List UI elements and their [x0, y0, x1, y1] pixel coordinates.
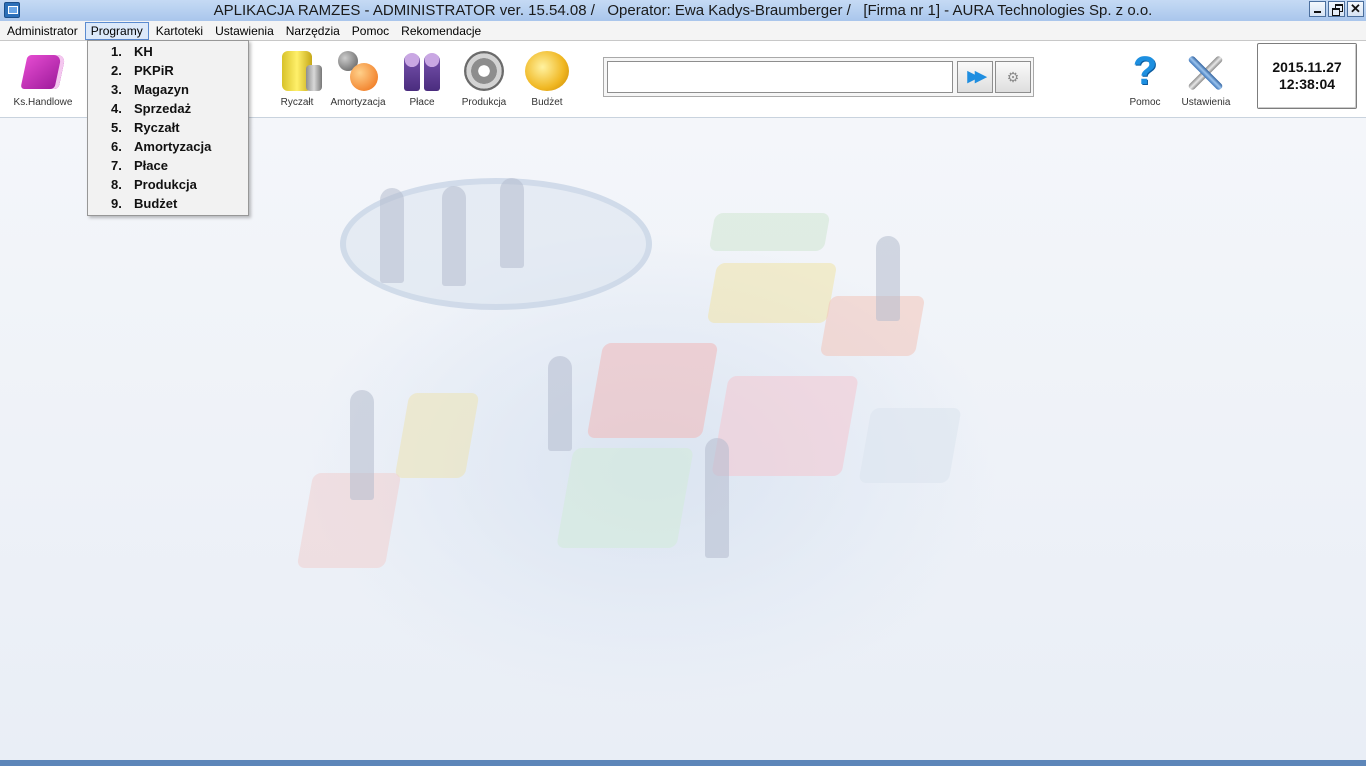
option-label: Produkcja	[134, 177, 197, 192]
ustawienia-label: Ustawienia	[1181, 97, 1231, 108]
background-tile	[296, 473, 402, 568]
budzet-button[interactable]: Budżet	[515, 41, 579, 113]
option-label: KH	[134, 44, 153, 59]
menu-programy[interactable]: Programy	[84, 21, 149, 40]
menu-option-sprzedaz[interactable]: 4. Sprzedaż	[88, 99, 248, 118]
ryczalt-icon	[282, 51, 322, 91]
menu-option-place[interactable]: 7. Płace	[88, 156, 248, 175]
date-text: 2015.11.27	[1272, 59, 1342, 75]
menu-option-magazyn[interactable]: 3. Magazyn	[88, 80, 248, 99]
go-button[interactable]: ▶▶	[957, 61, 993, 93]
option-number: 5.	[111, 120, 122, 135]
background-tile	[708, 213, 831, 251]
menu-option-ryczalt[interactable]: 5. Ryczałt	[88, 118, 248, 137]
background-figure	[705, 438, 729, 558]
background-figure	[380, 188, 404, 283]
ks-handlowe-button[interactable]: Ks.Handlowe	[11, 41, 75, 113]
option-label: Sprzedaż	[134, 101, 192, 116]
background-figure	[442, 186, 466, 286]
option-label: Płace	[134, 158, 168, 173]
coin-icon	[525, 51, 569, 91]
option-label: Budżet	[134, 196, 178, 211]
close-button[interactable]: ✕	[1347, 1, 1364, 17]
restore-button[interactable]	[1328, 1, 1345, 17]
window-title: APLIKACJA RAMZES - ADMINISTRATOR ver. 15…	[213, 2, 1153, 19]
time-text: 12:38:04	[1278, 76, 1336, 92]
menu-ustawienia[interactable]: Ustawienia	[210, 22, 279, 40]
menu-rekomendacje[interactable]: Rekomendacje	[396, 22, 486, 40]
ustawienia-button[interactable]: Ustawienia	[1174, 41, 1238, 113]
background-tile	[858, 408, 962, 483]
people-icon	[402, 51, 442, 91]
option-number: 1.	[111, 44, 122, 59]
background-tile	[706, 263, 838, 323]
amortyzacja-button[interactable]: Amortyzacja	[326, 41, 390, 113]
menu-option-budzet[interactable]: 9. Budżet	[88, 194, 248, 213]
minimize-button[interactable]	[1309, 1, 1326, 17]
menu-option-amortyzacja[interactable]: 6. Amortyzacja	[88, 137, 248, 156]
programy-dropdown-menu: 1. KH 2. PKPiR 3. Magazyn 4. Sprzedaż 5. Rycz…	[87, 40, 249, 216]
produkcja-button[interactable]: Produkcja	[452, 41, 516, 113]
ks-handlowe-label: Ks.Handlowe	[13, 97, 73, 108]
date-time-display: 2015.11.27 12:38:04	[1257, 43, 1357, 109]
option-label: Amortyzacja	[134, 139, 212, 154]
help-icon: ?	[1132, 49, 1158, 93]
option-label: Magazyn	[134, 82, 189, 97]
background-tile	[586, 343, 719, 438]
menu-option-produkcja[interactable]: 8. Produkcja	[88, 175, 248, 194]
menu-administrator[interactable]: Administrator	[2, 22, 83, 40]
window-controls: ✕	[1309, 1, 1364, 17]
background-figure	[350, 390, 374, 500]
tools-icon	[1184, 51, 1228, 91]
background-tile	[819, 296, 926, 356]
background-tile	[394, 393, 480, 478]
option-label: Ryczałt	[134, 120, 180, 135]
place-button[interactable]: Płace	[390, 41, 454, 113]
search-panel: ▶▶ ⚙	[603, 57, 1034, 97]
background-figure	[548, 356, 572, 451]
amortization-icon	[338, 51, 378, 91]
menu-option-pkpir[interactable]: 2. PKPiR	[88, 61, 248, 80]
option-number: 6.	[111, 139, 122, 154]
search-input[interactable]	[607, 61, 953, 93]
taskbar-strip	[0, 760, 1366, 766]
menu-kartoteki[interactable]: Kartoteki	[151, 22, 208, 40]
menu-option-kh[interactable]: 1. KH	[88, 42, 248, 61]
option-number: 3.	[111, 82, 122, 97]
background-tile	[556, 448, 694, 548]
menu-pomoc[interactable]: Pomoc	[347, 22, 394, 40]
title-bar: APLIKACJA RAMZES - ADMINISTRATOR ver. 15…	[0, 0, 1366, 22]
option-number: 4.	[111, 101, 122, 116]
search-options-button[interactable]: ⚙	[995, 61, 1031, 93]
background-figure	[500, 178, 524, 268]
menu-bar: Administrator Programy Kartoteki Ustawie…	[0, 21, 1366, 41]
option-number: 7.	[111, 158, 122, 173]
option-label: PKPiR	[134, 63, 174, 78]
option-number: 2.	[111, 63, 122, 78]
option-number: 9.	[111, 196, 122, 211]
background-figure	[876, 236, 900, 321]
background-tile	[711, 376, 859, 476]
menu-narzedzia[interactable]: Narzędzia	[281, 22, 345, 40]
budzet-label: Budżet	[531, 97, 563, 108]
option-number: 8.	[111, 177, 122, 192]
book-icon	[20, 55, 66, 89]
gear-production-icon	[464, 51, 504, 91]
